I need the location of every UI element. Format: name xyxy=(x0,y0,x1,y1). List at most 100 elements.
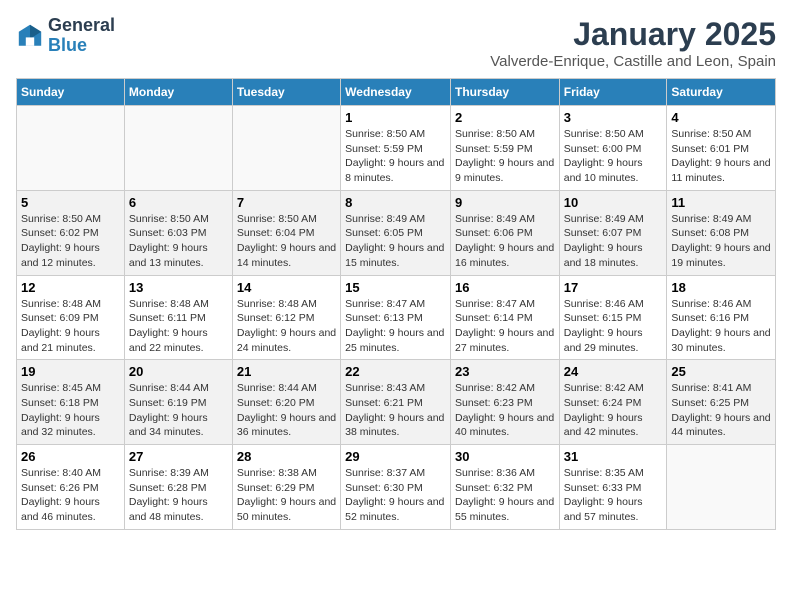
day-info: Sunrise: 8:40 AMSunset: 6:26 PMDaylight:… xyxy=(21,466,120,525)
day-number: 15 xyxy=(345,280,446,295)
calendar-cell: 20 Sunrise: 8:44 AMSunset: 6:19 PMDayligh… xyxy=(124,360,232,445)
day-info: Sunrise: 8:37 AMSunset: 6:30 PMDaylight:… xyxy=(345,466,446,525)
calendar-week-row: 19 Sunrise: 8:45 AMSunset: 6:18 PMDayligh… xyxy=(17,360,776,445)
day-info: Sunrise: 8:41 AMSunset: 6:25 PMDaylight:… xyxy=(671,381,771,440)
calendar-cell: 30 Sunrise: 8:36 AMSunset: 6:32 PMDayligh… xyxy=(450,445,559,530)
day-number: 22 xyxy=(345,364,446,379)
day-info: Sunrise: 8:42 AMSunset: 6:23 PMDaylight:… xyxy=(455,381,555,440)
day-number: 29 xyxy=(345,449,446,464)
calendar-cell: 5 Sunrise: 8:50 AMSunset: 6:02 PMDaylight… xyxy=(17,190,125,275)
logo: General Blue xyxy=(16,16,115,56)
day-number: 1 xyxy=(345,110,446,125)
day-info: Sunrise: 8:43 AMSunset: 6:21 PMDaylight:… xyxy=(345,381,446,440)
weekday-header-tuesday: Tuesday xyxy=(232,79,340,106)
day-info: Sunrise: 8:50 AMSunset: 5:59 PMDaylight:… xyxy=(345,127,446,186)
day-number: 5 xyxy=(21,195,120,210)
calendar-cell xyxy=(124,106,232,191)
day-info: Sunrise: 8:49 AMSunset: 6:07 PMDaylight:… xyxy=(564,212,663,271)
calendar-cell: 3Sunrise: 8:50 AMSunset: 6:00 PMDaylight… xyxy=(559,106,667,191)
day-info: Sunrise: 8:45 AMSunset: 6:18 PMDaylight:… xyxy=(21,381,120,440)
calendar-cell: 11Sunrise: 8:49 AMSunset: 6:08 PMDayligh… xyxy=(667,190,776,275)
day-info: Sunrise: 8:44 AMSunset: 6:20 PMDaylight:… xyxy=(237,381,336,440)
day-number: 6 xyxy=(129,195,228,210)
calendar-cell: 23 Sunrise: 8:42 AMSunset: 6:23 PMDayligh… xyxy=(450,360,559,445)
day-info: Sunrise: 8:48 AMSunset: 6:12 PMDaylight:… xyxy=(237,297,336,356)
day-number: 18 xyxy=(671,280,771,295)
day-number: 19 xyxy=(21,364,120,379)
calendar-cell: 2 Sunrise: 8:50 AMSunset: 5:59 PMDaylight… xyxy=(450,106,559,191)
day-number: 23 xyxy=(455,364,555,379)
day-info: Sunrise: 8:46 AMSunset: 6:16 PMDaylight:… xyxy=(671,297,771,356)
calendar-cell: 4Sunrise: 8:50 AMSunset: 6:01 PMDaylight… xyxy=(667,106,776,191)
day-info: Sunrise: 8:42 AMSunset: 6:24 PMDaylight:… xyxy=(564,381,663,440)
page-header: General Blue January 2025 Valverde-Enriq… xyxy=(16,16,776,70)
day-info: Sunrise: 8:50 AMSunset: 5:59 PMDaylight:… xyxy=(455,127,555,186)
day-info: Sunrise: 8:48 AMSunset: 6:09 PMDaylight:… xyxy=(21,297,120,356)
day-number: 26 xyxy=(21,449,120,464)
calendar-cell: 22 Sunrise: 8:43 AMSunset: 6:21 PMDayligh… xyxy=(341,360,451,445)
calendar-table: SundayMondayTuesdayWednesdayThursdayFrid… xyxy=(16,78,776,530)
day-number: 10 xyxy=(564,195,663,210)
location-title: Valverde-Enrique, Castille and Leon, Spa… xyxy=(490,53,776,70)
day-number: 17 xyxy=(564,280,663,295)
logo-line2: Blue xyxy=(48,36,115,56)
day-number: 2 xyxy=(455,110,555,125)
calendar-cell: 1 Sunrise: 8:50 AMSunset: 5:59 PMDaylight… xyxy=(341,106,451,191)
calendar-cell: 12 Sunrise: 8:48 AMSunset: 6:09 PMDayligh… xyxy=(17,275,125,360)
calendar-cell: 17 Sunrise: 8:46 AMSunset: 6:15 PMDayligh… xyxy=(559,275,667,360)
weekday-header-row: SundayMondayTuesdayWednesdayThursdayFrid… xyxy=(17,79,776,106)
calendar-cell: 18 Sunrise: 8:46 AMSunset: 6:16 PMDayligh… xyxy=(667,275,776,360)
calendar-cell: 28 Sunrise: 8:38 AMSunset: 6:29 PMDayligh… xyxy=(232,445,340,530)
weekday-header-wednesday: Wednesday xyxy=(341,79,451,106)
calendar-cell: 21 Sunrise: 8:44 AMSunset: 6:20 PMDayligh… xyxy=(232,360,340,445)
day-number: 31 xyxy=(564,449,663,464)
calendar-week-row: 12 Sunrise: 8:48 AMSunset: 6:09 PMDayligh… xyxy=(17,275,776,360)
calendar-cell: 13 Sunrise: 8:48 AMSunset: 6:11 PMDayligh… xyxy=(124,275,232,360)
weekday-header-saturday: Saturday xyxy=(667,79,776,106)
day-info: Sunrise: 8:49 AMSunset: 6:06 PMDaylight:… xyxy=(455,212,555,271)
calendar-cell: 8Sunrise: 8:49 AMSunset: 6:05 PMDaylight… xyxy=(341,190,451,275)
calendar-cell: 24Sunrise: 8:42 AMSunset: 6:24 PMDayligh… xyxy=(559,360,667,445)
day-number: 16 xyxy=(455,280,555,295)
day-info: Sunrise: 8:36 AMSunset: 6:32 PMDaylight:… xyxy=(455,466,555,525)
day-number: 3 xyxy=(564,110,663,125)
calendar-week-row: 1 Sunrise: 8:50 AMSunset: 5:59 PMDaylight… xyxy=(17,106,776,191)
calendar-cell xyxy=(232,106,340,191)
calendar-week-row: 26 Sunrise: 8:40 AMSunset: 6:26 PMDayligh… xyxy=(17,445,776,530)
calendar-cell: 15Sunrise: 8:47 AMSunset: 6:13 PMDayligh… xyxy=(341,275,451,360)
day-number: 20 xyxy=(129,364,228,379)
day-number: 9 xyxy=(455,195,555,210)
day-number: 13 xyxy=(129,280,228,295)
calendar-cell: 9 Sunrise: 8:49 AMSunset: 6:06 PMDaylight… xyxy=(450,190,559,275)
calendar-cell: 19 Sunrise: 8:45 AMSunset: 6:18 PMDayligh… xyxy=(17,360,125,445)
day-info: Sunrise: 8:50 AMSunset: 6:01 PMDaylight:… xyxy=(671,127,771,186)
day-number: 8 xyxy=(345,195,446,210)
day-number: 30 xyxy=(455,449,555,464)
calendar-cell: 27Sunrise: 8:39 AMSunset: 6:28 PMDayligh… xyxy=(124,445,232,530)
weekday-header-sunday: Sunday xyxy=(17,79,125,106)
calendar-cell: 31 Sunrise: 8:35 AMSunset: 6:33 PMDayligh… xyxy=(559,445,667,530)
day-info: Sunrise: 8:46 AMSunset: 6:15 PMDaylight:… xyxy=(564,297,663,356)
day-number: 14 xyxy=(237,280,336,295)
month-title: January 2025 xyxy=(490,16,776,53)
weekday-header-thursday: Thursday xyxy=(450,79,559,106)
weekday-header-friday: Friday xyxy=(559,79,667,106)
day-number: 28 xyxy=(237,449,336,464)
calendar-cell: 26 Sunrise: 8:40 AMSunset: 6:26 PMDayligh… xyxy=(17,445,125,530)
calendar-cell: 14 Sunrise: 8:48 AMSunset: 6:12 PMDayligh… xyxy=(232,275,340,360)
calendar-cell: 25 Sunrise: 8:41 AMSunset: 6:25 PMDayligh… xyxy=(667,360,776,445)
calendar-week-row: 5 Sunrise: 8:50 AMSunset: 6:02 PMDaylight… xyxy=(17,190,776,275)
day-info: Sunrise: 8:38 AMSunset: 6:29 PMDaylight:… xyxy=(237,466,336,525)
day-info: Sunrise: 8:48 AMSunset: 6:11 PMDaylight:… xyxy=(129,297,228,356)
day-number: 25 xyxy=(671,364,771,379)
logo-line1: General xyxy=(48,16,115,36)
day-info: Sunrise: 8:50 AMSunset: 6:02 PMDaylight:… xyxy=(21,212,120,271)
day-info: Sunrise: 8:39 AMSunset: 6:28 PMDaylight:… xyxy=(129,466,228,525)
logo-icon xyxy=(16,22,44,50)
day-info: Sunrise: 8:44 AMSunset: 6:19 PMDaylight:… xyxy=(129,381,228,440)
day-number: 21 xyxy=(237,364,336,379)
title-section: January 2025 Valverde-Enrique, Castille … xyxy=(490,16,776,70)
calendar-cell: 29 Sunrise: 8:37 AMSunset: 6:30 PMDayligh… xyxy=(341,445,451,530)
day-number: 12 xyxy=(21,280,120,295)
day-info: Sunrise: 8:35 AMSunset: 6:33 PMDaylight:… xyxy=(564,466,663,525)
